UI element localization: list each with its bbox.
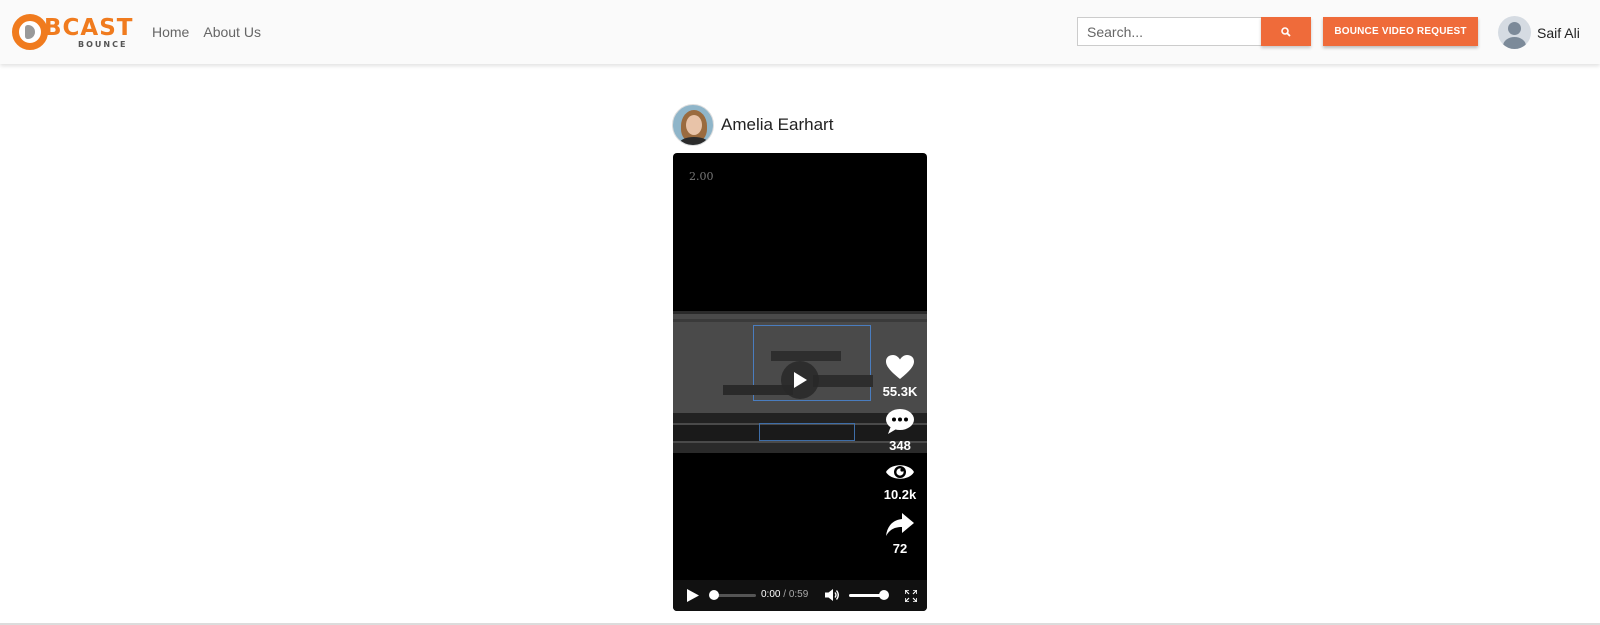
author-avatar — [672, 104, 714, 146]
navbar: BCAST BOUNCE Home About Us BOUNCE VIDEO … — [0, 0, 1600, 64]
time-display: 0:00 / 0:59 — [761, 589, 809, 600]
progress-bar[interactable] — [709, 590, 756, 600]
user-avatar — [1498, 16, 1531, 49]
comment-icon — [886, 409, 914, 434]
search-button[interactable] — [1261, 17, 1311, 46]
logo-sub-text: BOUNCE — [78, 40, 128, 49]
play-icon — [794, 372, 807, 388]
view-action[interactable]: 10.2k — [884, 461, 916, 502]
duration: 0:59 — [788, 589, 809, 600]
share-action[interactable]: 72 — [885, 513, 915, 556]
like-count: 55.3K — [882, 384, 918, 399]
heart-icon — [886, 355, 914, 379]
search-icon — [1281, 26, 1291, 37]
search-input[interactable] — [1077, 17, 1261, 46]
user-name: Saif Ali — [1537, 24, 1580, 41]
post-author[interactable]: Amelia Earhart — [672, 104, 833, 146]
like-action[interactable]: 55.3K — [883, 355, 917, 399]
fullscreen-button[interactable] — [904, 589, 918, 607]
center-play-button[interactable] — [781, 361, 819, 399]
volume-slider[interactable] — [849, 590, 889, 600]
fullscreen-icon — [904, 589, 918, 603]
nav-links: Home About Us — [152, 23, 261, 41]
volume-knob[interactable] — [879, 590, 889, 600]
logo-ring-icon — [12, 14, 48, 50]
comment-count: 348 — [889, 438, 911, 453]
eye-icon — [886, 465, 914, 479]
volume-icon — [825, 589, 839, 601]
user-menu[interactable]: Saif Ali — [1498, 16, 1580, 49]
search-box — [1077, 17, 1311, 46]
video-player[interactable]: 2.00 55.3K 348 10.2k 72 0:00 / 0:59 — [673, 153, 927, 611]
nav-link-home[interactable]: Home — [152, 23, 189, 41]
play-icon — [687, 589, 699, 602]
author-name: Amelia Earhart — [721, 115, 834, 134]
progress-knob[interactable] — [709, 590, 719, 600]
video-overlay-label: 2.00 — [689, 170, 714, 183]
nav-link-about-us[interactable]: About Us — [203, 23, 261, 41]
view-count: 10.2k — [883, 487, 917, 502]
bounce-video-request-button[interactable]: BOUNCE VIDEO REQUEST — [1323, 17, 1478, 46]
share-icon — [886, 513, 914, 536]
logo-main-text: BCAST — [44, 15, 134, 41]
brand-logo[interactable]: BCAST BOUNCE — [12, 13, 134, 51]
comment-action[interactable]: 348 — [885, 409, 915, 453]
video-controls: 0:00 / 0:59 — [673, 580, 927, 611]
share-count: 72 — [892, 541, 908, 556]
controls-play-button[interactable] — [687, 589, 699, 607]
mute-button[interactable] — [825, 588, 839, 607]
current-time: 0:00 — [761, 589, 781, 600]
